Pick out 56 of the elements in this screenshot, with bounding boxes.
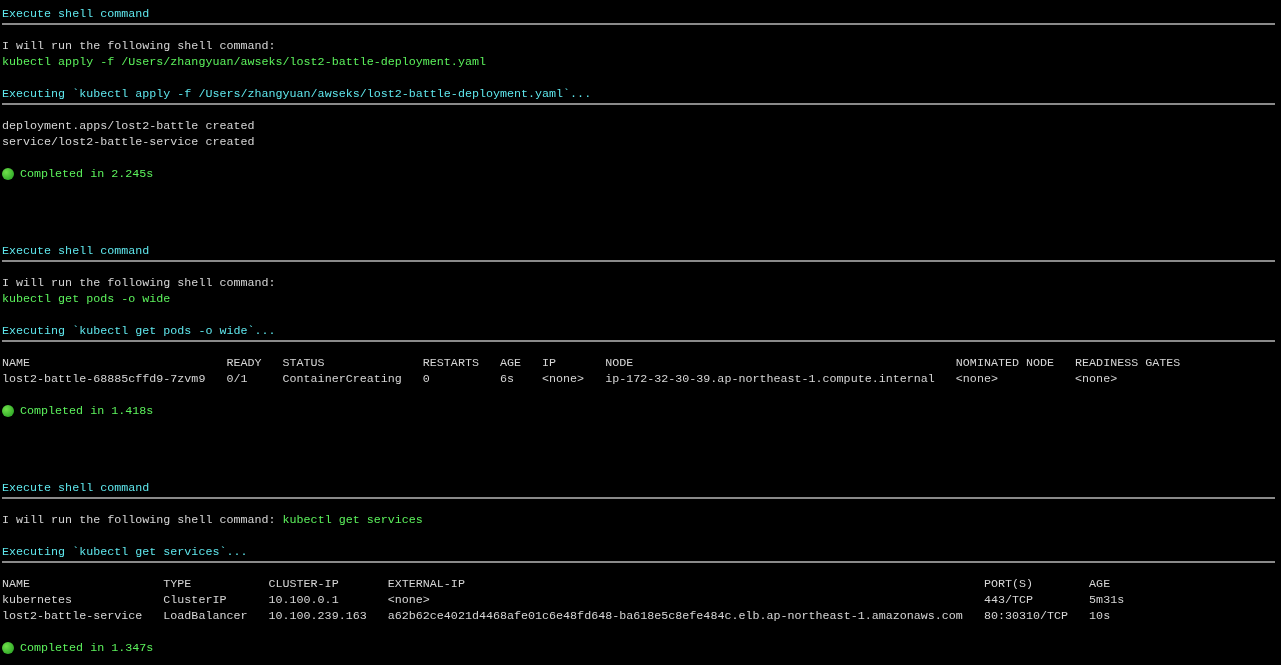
table-cell-text: 0 [422, 371, 431, 387]
column-header: NAME [2, 576, 32, 592]
table-cell-text: <none> [387, 592, 431, 608]
executing-line: Executing `kubectl apply -f /Users/zhangyuan/awseks/lost2-battle-deployment.yaml`... [2, 86, 593, 102]
intro-text: I will run the following shell command: [2, 275, 277, 291]
output-line: deployment.apps/lost2-battle created [2, 118, 256, 134]
column-header: IP [542, 355, 558, 371]
completed-text: Completed in 1.418s [20, 403, 154, 419]
completed-text: Completed in 1.347s [20, 640, 154, 656]
table-cell-text: 10s [1089, 608, 1112, 624]
table-cell-text: ClusterIP [163, 592, 228, 608]
column-header: RESTARTS [422, 355, 479, 371]
table-cell: ip-172-32-30-39.ap-northeast-1.compute.internal [605, 371, 935, 387]
shell-command: kubectl get pods -o wide [2, 291, 172, 307]
table-cell-text: 6s [499, 371, 515, 387]
column-header: CLUSTER-IP [268, 576, 340, 592]
status-dot-icon [2, 168, 14, 180]
table-cell-text: <none> [1075, 371, 1119, 387]
table-cell: LoadBalancer [163, 608, 248, 624]
table-cell-text: 10.100.0.1 [268, 592, 340, 608]
intro-text: I will run the following shell command: [2, 513, 276, 527]
table-cell: <none> [542, 371, 585, 387]
completed-text: Completed in 2.245s [20, 166, 154, 182]
executing-line: Executing `kubectl get pods -o wide`... [2, 323, 277, 339]
table-cell-text: 0/1 [226, 371, 249, 387]
column-header: READY [226, 355, 262, 371]
section-title: Execute shell command [2, 243, 151, 259]
table-cell: lost2-battle-service [2, 608, 143, 624]
table-cell: lost2-battle-68885cffd9-7zvm9 [2, 371, 206, 387]
column-header: EXTERNAL-IP [387, 576, 466, 592]
intro-text: I will run the following shell command: [2, 38, 277, 54]
column-header: TYPE [163, 576, 193, 592]
column-header: NODE [605, 355, 635, 371]
table-cell-text: <none> [955, 371, 999, 387]
table-cell: 5m31s [1089, 592, 1125, 608]
column-header: AGE [1089, 576, 1112, 592]
table-cell: 10.100.239.163 [268, 608, 367, 624]
shell-command: kubectl get services [282, 513, 423, 527]
section-title: Execute shell command [2, 6, 151, 22]
column-header: PORT(S) [983, 576, 1034, 592]
output-line: service/lost2-battle-service created [2, 134, 256, 150]
column-header: AGE [499, 355, 521, 371]
column-header: STATUS [282, 355, 326, 371]
status-dot-icon [2, 642, 14, 654]
status-dot-icon [2, 405, 14, 417]
table-cell: ContainerCreating [282, 371, 402, 387]
table-cell-text: kubernetes [2, 592, 74, 608]
column-header: NOMINATED NODE [955, 355, 1055, 371]
executing-line: Executing `kubectl get services`... [2, 544, 249, 560]
column-header: NAME [2, 355, 32, 371]
table-cell: a62b62ce4021d4468afe01c6e48fd648-ba618e5c8efe484c.elb.ap-northeast-1.amazonaws.com [387, 608, 963, 624]
table-cell: 80:30310/TCP [983, 608, 1069, 624]
section-title: Execute shell command [2, 480, 151, 496]
shell-command: kubectl apply -f /Users/zhangyuan/awseks/lost2-battle-deployment.yaml [2, 54, 487, 70]
column-header: READINESS GATES [1075, 355, 1181, 371]
table-cell-text: 443/TCP [983, 592, 1034, 608]
